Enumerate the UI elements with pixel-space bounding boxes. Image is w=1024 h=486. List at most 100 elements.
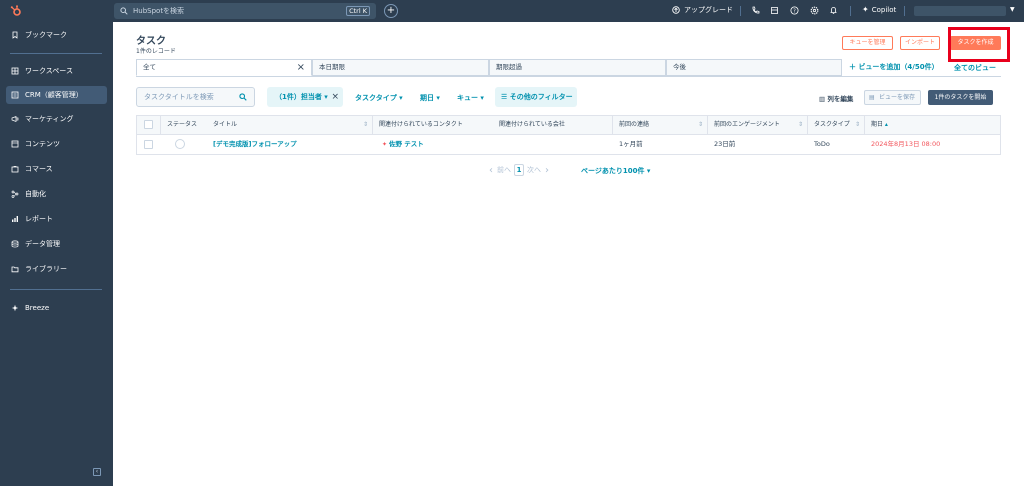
import-button[interactable]: インポート: [900, 36, 940, 50]
task-title-search-input[interactable]: タスクタイトルを検索: [136, 87, 255, 107]
contact-avatar-icon: ✦: [382, 141, 389, 148]
task-title-link[interactable]: [デモ完成版]フォローアップ: [207, 135, 297, 154]
select-all-checkbox[interactable]: [144, 120, 153, 129]
filter-lines-icon: ☰: [501, 93, 510, 101]
task-type-filter[interactable]: タスクタイプ ▾: [355, 93, 403, 103]
automation-icon: [11, 190, 19, 198]
queue-filter[interactable]: キュー ▾: [457, 93, 484, 103]
marketplace-icon[interactable]: [770, 6, 779, 15]
breeze-icon: [11, 304, 19, 312]
sidebar-item-data-management[interactable]: データ管理: [6, 235, 107, 253]
pagination: ‹ 前へ 1 次へ ›: [489, 164, 549, 176]
sidebar-item-breeze[interactable]: Breeze: [6, 299, 107, 317]
next-page-button[interactable]: 次へ: [527, 165, 541, 175]
manage-queue-button[interactable]: キューを管理: [842, 36, 893, 50]
tabs-divider: [136, 76, 1001, 77]
chevron-down-icon[interactable]: ▼: [1010, 6, 1015, 13]
clear-filter-icon[interactable]: ×: [331, 87, 339, 107]
save-view-button[interactable]: ▤ ビューを保存: [864, 90, 921, 105]
start-tasks-button[interactable]: 1件のタスクを開始: [928, 90, 993, 105]
sidebar-item-crm[interactable]: CRM（顧客管理）: [6, 86, 107, 104]
due-date-filter[interactable]: 期日 ▾: [420, 93, 440, 103]
chevron-down-icon: ▾: [434, 94, 440, 102]
tab-due-today[interactable]: 本日期限: [312, 59, 489, 76]
tab-label: 全て: [143, 63, 156, 71]
column-header-last-engagement[interactable]: 前回のエンゲージメント ⇕: [708, 116, 808, 134]
account-menu[interactable]: [914, 6, 1006, 16]
sidebar-item-marketing[interactable]: マーケティング: [6, 110, 107, 128]
upgrade-label: アップグレード: [684, 6, 733, 14]
column-header-task-type[interactable]: タスクタイプ ⇕: [808, 116, 865, 134]
chevron-down-icon: ▾: [644, 167, 651, 175]
column-header-due-date[interactable]: 期日 ▴: [865, 116, 1000, 134]
row-checkbox[interactable]: [144, 140, 153, 149]
chevron-right-icon[interactable]: ›: [545, 165, 549, 176]
per-page-select[interactable]: ページあたり100件 ▾: [581, 166, 650, 176]
copilot-button[interactable]: ✦ Copilot: [862, 5, 896, 14]
table-row[interactable]: [デモ完成版]フォローアップ ✦ 佐野 テスト 1ヶ月前 23日前 ToDo 2…: [136, 135, 1001, 155]
search-icon: [239, 93, 247, 101]
sort-icon[interactable]: ⇕: [363, 116, 368, 134]
company-cell: [493, 135, 499, 154]
column-header-last-contacted[interactable]: 前回の連絡 ⇕: [613, 116, 708, 134]
sidebar-item-label: コマース: [25, 165, 53, 173]
megaphone-icon: [11, 115, 19, 123]
upgrade-button[interactable]: アップグレード: [672, 5, 733, 15]
settings-gear-icon[interactable]: [810, 6, 819, 15]
notification-bell-icon[interactable]: [829, 6, 838, 15]
column-header-label: 前回の連絡: [619, 121, 650, 128]
upgrade-icon: [672, 6, 680, 14]
topbar-divider: [740, 6, 741, 16]
prev-page-button[interactable]: 前へ: [497, 165, 511, 175]
sort-icon[interactable]: ⇕: [698, 116, 703, 134]
sidebar-item-reports[interactable]: レポート: [6, 210, 107, 228]
column-header-title[interactable]: タイトル ⇕: [207, 116, 373, 134]
global-search-input[interactable]: HubSpotを検索 Ctrl K: [114, 3, 376, 19]
column-header-status[interactable]: ステータス: [161, 116, 207, 134]
contact-link[interactable]: 佐野 テスト: [389, 140, 424, 148]
sidebar-item-library[interactable]: ライブラリー: [6, 260, 107, 278]
workspace-icon: [11, 67, 19, 75]
sidebar-item-label: ブックマーク: [25, 31, 67, 39]
content-icon: [11, 140, 19, 148]
add-view-button[interactable]: ＋ ビューを追加（4/50件）: [849, 62, 939, 72]
sidebar-item-commerce[interactable]: コマース: [6, 160, 107, 178]
edit-columns-button[interactable]: ▥ 列を編集: [819, 93, 853, 103]
all-views-link[interactable]: 全てのビュー: [954, 63, 996, 73]
main-content: タスク 1件のレコード キューを管理 インポート タスクを作成 全て × 本日期…: [113, 22, 1024, 486]
current-page-number[interactable]: 1: [514, 164, 524, 176]
commerce-icon: [11, 165, 19, 173]
sidebar-item-workspace[interactable]: ワークスペース: [6, 62, 107, 80]
chevron-left-icon[interactable]: ‹: [489, 165, 493, 176]
owner-filter[interactable]: （1件）担当者 ▾ ×: [267, 87, 343, 107]
contact-cell: ✦ 佐野 テスト: [376, 135, 424, 154]
hubspot-logo-icon[interactable]: [10, 5, 22, 17]
tab-label: 期限超過: [496, 63, 522, 71]
column-header-contact[interactable]: 関連付けられているコンタクト: [373, 116, 493, 134]
search-icon: [120, 7, 128, 15]
column-header-label: 前回のエンゲージメント: [714, 121, 780, 128]
tab-overdue[interactable]: 期限超過: [489, 59, 666, 76]
sidebar-collapse-icon[interactable]: ‹: [93, 468, 101, 476]
quick-create-button[interactable]: +: [384, 4, 398, 18]
sidebar-item-label: 自動化: [25, 190, 46, 198]
save-view-label: ビューを保存: [879, 94, 916, 101]
more-filters-button[interactable]: ☰ その他のフィルター: [495, 87, 577, 107]
sidebar-nav: ブックマーク ワークスペース CRM（顧客管理） マーケティング コンテンツ コ…: [0, 22, 113, 486]
column-header-company[interactable]: 関連付けられている会社: [493, 116, 613, 134]
sort-icon[interactable]: ⇕: [798, 116, 803, 134]
sidebar-divider: [10, 53, 102, 54]
tab-all[interactable]: 全て ×: [136, 59, 312, 76]
sidebar-item-automation[interactable]: 自動化: [6, 185, 107, 203]
help-icon[interactable]: ?: [790, 6, 799, 15]
sidebar-item-bookmarks[interactable]: ブックマーク: [6, 26, 107, 44]
crm-icon: [11, 91, 19, 99]
sort-icon[interactable]: ⇕: [855, 116, 860, 134]
phone-icon[interactable]: [751, 6, 760, 15]
add-view-label: ビューを追加（4/50件）: [858, 63, 939, 71]
task-status-toggle[interactable]: [175, 139, 185, 149]
sidebar-item-content[interactable]: コンテンツ: [6, 135, 107, 153]
top-nav-bar: HubSpotを検索 Ctrl K + アップグレード ? ✦ Copilot …: [0, 0, 1024, 22]
close-icon[interactable]: ×: [297, 60, 305, 75]
tab-upcoming[interactable]: 今後: [666, 59, 842, 76]
